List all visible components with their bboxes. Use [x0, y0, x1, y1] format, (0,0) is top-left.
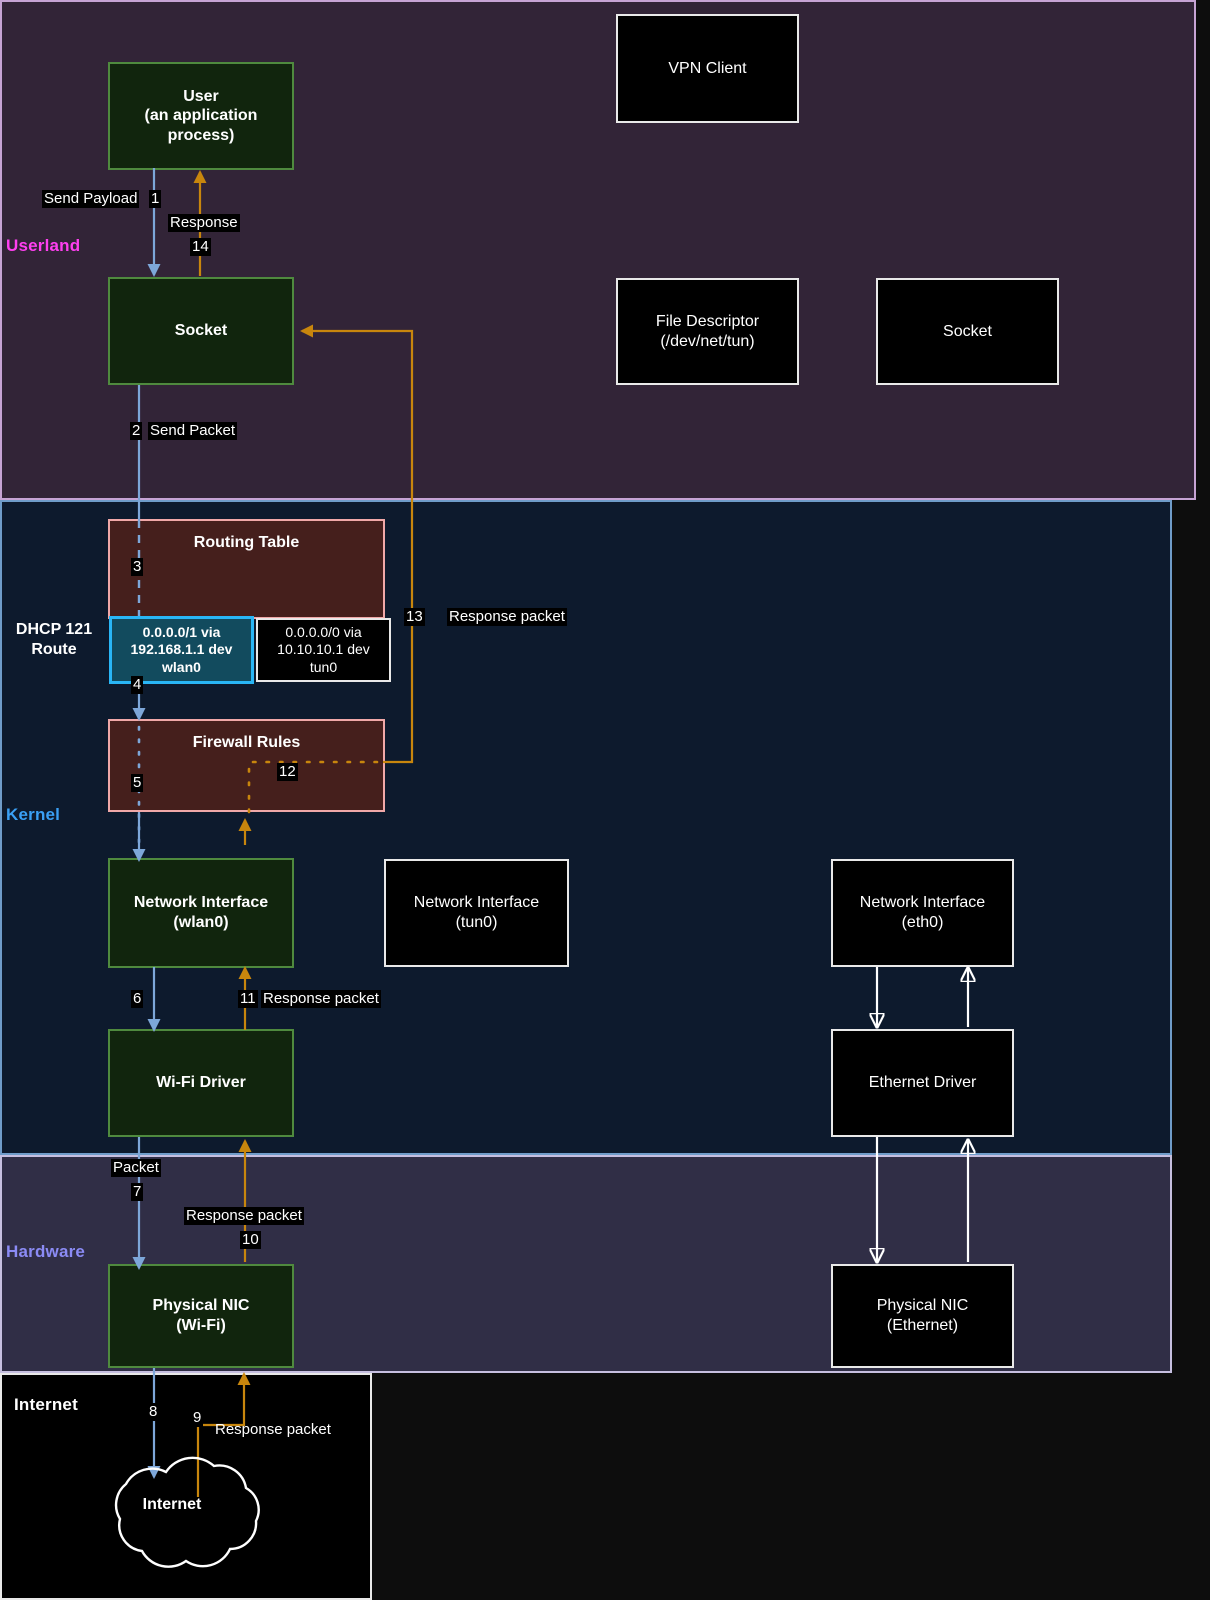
edge-label-send-packet: Send Packet [148, 422, 238, 440]
edge-step-13: 13 [404, 608, 425, 626]
node-ethernet-driver[interactable]: Ethernet Driver [831, 1029, 1014, 1137]
node-nic-wifi[interactable]: Physical NIC (Wi-Fi) [108, 1264, 294, 1368]
dhcp-route-note-line1: DHCP 121 [15, 621, 93, 638]
edge-step-11: 11 [238, 990, 258, 1008]
node-wifi-driver-label: Wi-Fi Driver [156, 1074, 246, 1092]
edge-step-8: 8 [147, 1403, 160, 1421]
node-route-tun0-line1: 0.0.0.0/0 via [285, 624, 362, 641]
node-route-tun0-line3: tun0 [309, 658, 338, 675]
layer-label-hardware: Hardware [6, 1242, 86, 1261]
node-route-wlan0[interactable]: 0.0.0.0/1 via 192.168.1.1 dev wlan0 [109, 616, 254, 684]
dhcp-route-note: DHCP 121 Route [4, 620, 104, 660]
edge-label-response: Response [168, 214, 240, 232]
edge-step-3: 3 [131, 558, 144, 576]
edge-step-7: 7 [131, 1183, 144, 1201]
node-vpn-client-label: VPN Client [668, 59, 747, 77]
edge-step-1: 1 [149, 190, 162, 208]
edge-step-6: 6 [131, 990, 144, 1008]
edge-step-5: 5 [131, 774, 144, 792]
node-route-wlan0-line1: 0.0.0.0/1 via [142, 624, 221, 641]
node-netif-tun0[interactable]: Network Interface (tun0) [384, 859, 569, 967]
node-socket-vpn[interactable]: Socket [876, 278, 1059, 385]
node-routing-table-label: Routing Table [193, 534, 300, 551]
node-netif-wlan0-line2: (wlan0) [173, 914, 229, 931]
node-route-wlan0-line2: 192.168.1.1 dev [130, 641, 233, 658]
node-netif-wlan0-line1: Network Interface [133, 894, 269, 912]
edge-step-12: 12 [277, 763, 298, 781]
node-nic-ethernet-line2: (Ethernet) [886, 1317, 959, 1334]
node-user-process[interactable]: User (an application process) [108, 62, 294, 170]
edge-step-14: 14 [190, 238, 211, 256]
node-route-tun0[interactable]: 0.0.0.0/0 via 10.10.10.1 dev tun0 [256, 618, 391, 682]
edge-label-response-packet-10: Response packet [184, 1207, 304, 1225]
node-user-process-line2: (an application [144, 107, 258, 125]
node-socket-user[interactable]: Socket [108, 277, 294, 385]
node-netif-eth0[interactable]: Network Interface (eth0) [831, 859, 1014, 967]
dhcp-route-note-line2: Route [31, 641, 77, 658]
node-nic-wifi-line1: Physical NIC [152, 1297, 250, 1315]
node-wifi-driver[interactable]: Wi-Fi Driver [108, 1029, 294, 1137]
edge-label-response-packet-9: Response packet [215, 1421, 331, 1438]
edge-label-response-packet-11: Response packet [261, 990, 381, 1008]
node-nic-ethernet[interactable]: Physical NIC (Ethernet) [831, 1264, 1014, 1368]
edge-label-send-payload: Send Payload [42, 190, 140, 208]
node-route-wlan0-line3: wlan0 [162, 658, 201, 675]
node-routing-table[interactable]: Routing Table [108, 519, 385, 619]
node-route-tun0-line2: 10.10.10.1 dev [277, 641, 370, 658]
edge-label-packet: Packet [111, 1159, 161, 1177]
edge-step-2: 2 [130, 422, 143, 440]
node-firewall-rules[interactable]: Firewall Rules [108, 719, 385, 812]
node-nic-ethernet-line1: Physical NIC [876, 1297, 969, 1315]
edge-step-10: 10 [240, 1231, 261, 1249]
node-netif-tun0-line2: (tun0) [455, 914, 498, 931]
layer-label-internet: Internet [14, 1395, 78, 1414]
node-netif-tun0-line1: Network Interface [413, 894, 540, 912]
node-netif-eth0-line1: Network Interface [859, 894, 986, 912]
node-file-descriptor-line2: (/dev/net/tun) [660, 332, 755, 350]
node-file-descriptor[interactable]: File Descriptor (/dev/net/tun) [616, 278, 799, 385]
node-nic-wifi-line2: (Wi-Fi) [176, 1317, 226, 1334]
node-netif-wlan0[interactable]: Network Interface (wlan0) [108, 858, 294, 968]
layer-label-kernel: Kernel [6, 805, 61, 824]
node-internet-cloud-label: Internet [142, 1496, 202, 1513]
node-socket-vpn-label: Socket [943, 322, 992, 340]
node-ethernet-driver-label: Ethernet Driver [868, 1074, 977, 1092]
edge-label-response-packet-13: Response packet [447, 608, 567, 626]
node-user-process-line3: process) [167, 126, 235, 144]
layer-label-userland: Userland [6, 236, 81, 255]
node-firewall-rules-label: Firewall Rules [192, 734, 301, 751]
edge-step-9: 9 [191, 1409, 204, 1427]
edge-step-4: 4 [131, 676, 144, 694]
node-socket-user-label: Socket [174, 322, 228, 340]
node-netif-eth0-line2: (eth0) [901, 914, 944, 931]
node-user-process-line1: User [183, 87, 219, 105]
node-vpn-client[interactable]: VPN Client [616, 14, 799, 123]
diagram-canvas: Userland Kernel Hardware Internet User (… [0, 0, 1210, 1600]
node-file-descriptor-line1: File Descriptor [655, 312, 760, 330]
